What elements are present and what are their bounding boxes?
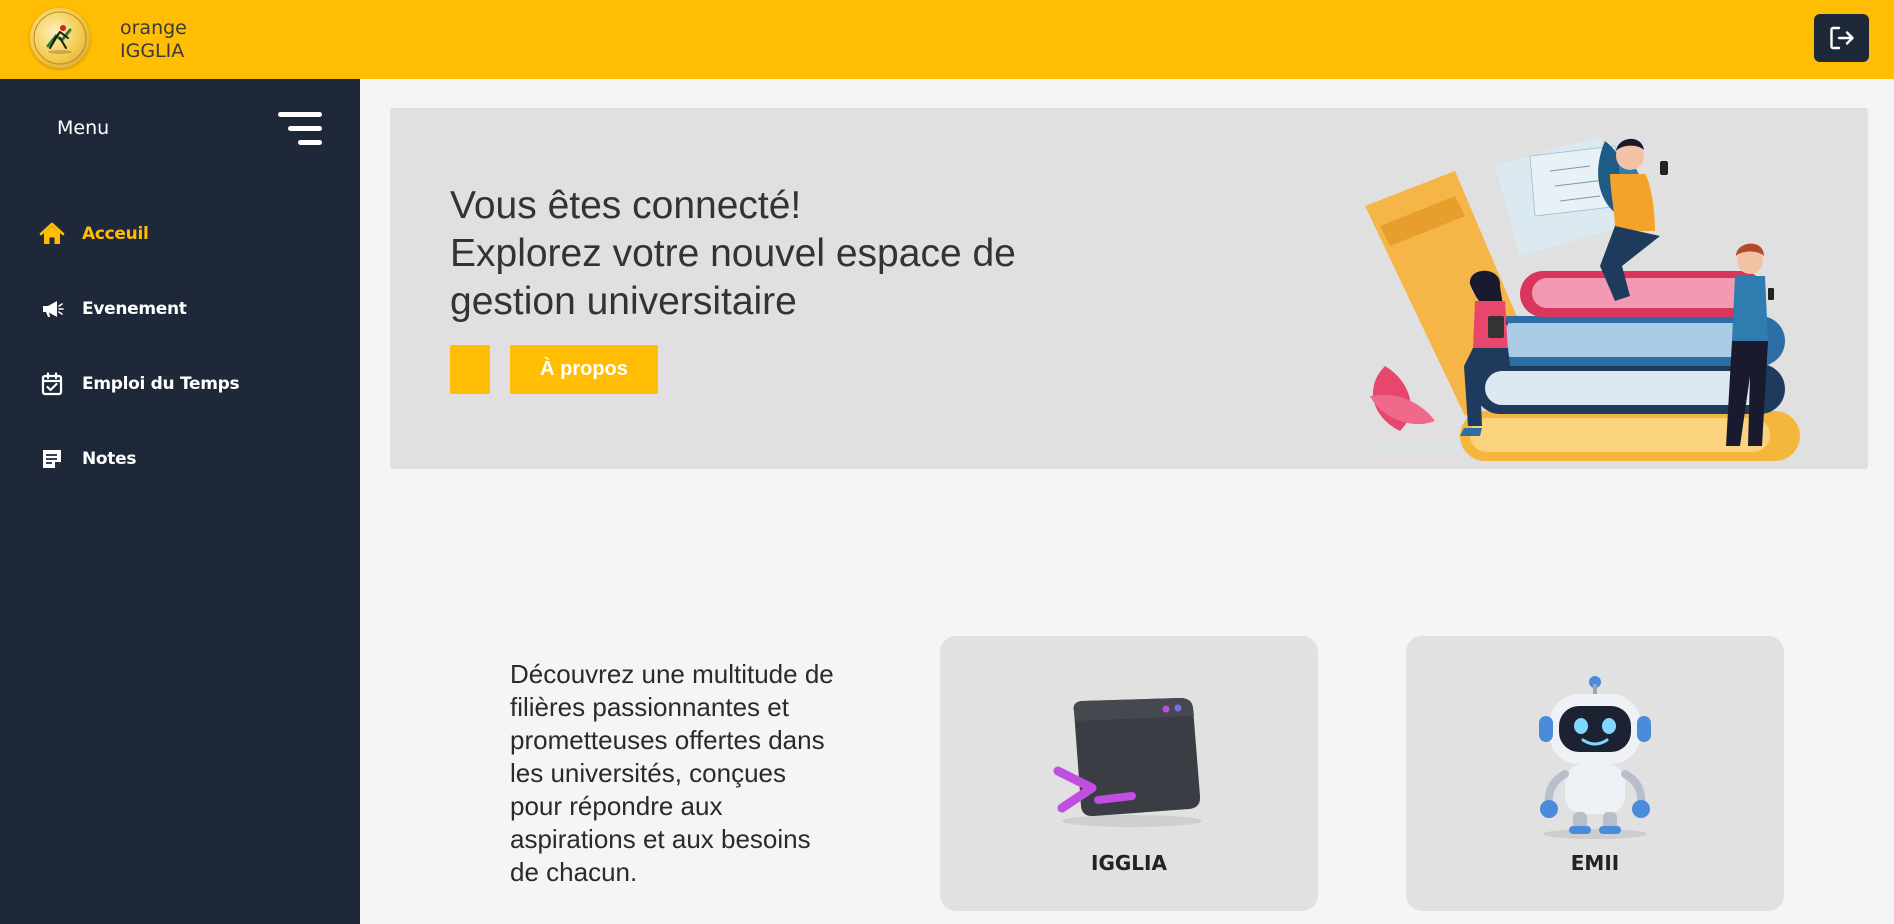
brand-name-line1: orange [120, 17, 187, 39]
sidebar-item-label: Notes [82, 449, 137, 469]
sidebar: Menu Acceuil Evenement Emploi du Temps N… [0, 79, 360, 924]
brand-name-line2: IGGLIA [120, 40, 185, 62]
hero-title: Vous êtes connecté! Explorez votre nouve… [450, 182, 1090, 326]
hamburger-menu-icon[interactable] [276, 109, 322, 149]
hero-square-button[interactable] [450, 345, 490, 394]
home-icon [38, 220, 66, 248]
students-books-illustration [1365, 136, 1800, 461]
sidebar-item-label: Evenement [82, 299, 187, 319]
menu-label: Menu [57, 117, 110, 139]
sidebar-item-emploi-du-temps[interactable]: Emploi du Temps [38, 364, 338, 404]
sidebar-item-acceuil[interactable]: Acceuil [38, 214, 338, 254]
calendar-check-icon [38, 370, 66, 398]
sidebar-item-notes[interactable]: Notes [38, 439, 338, 479]
sidebar-item-label: Acceuil [82, 224, 149, 244]
university-logo [30, 8, 90, 68]
note-icon [38, 445, 66, 473]
logout-icon [1829, 26, 1854, 50]
card-igglia[interactable]: IGGLIA [940, 636, 1318, 911]
hero-title-line: Vous êtes connecté! [450, 184, 802, 227]
terminal-icon [1053, 698, 1202, 827]
hero-title-line: gestion universitaire [450, 280, 797, 323]
logout-button[interactable] [1814, 14, 1869, 62]
top-bar: orange IGGLIA [0, 0, 1894, 79]
hero-banner: Vous êtes connecté! Explorez votre nouve… [390, 108, 1868, 469]
a-propos-button[interactable]: À propos [510, 345, 658, 394]
card-label: IGGLIA [1091, 851, 1167, 875]
card-label: EMII [1570, 851, 1620, 875]
card-emii[interactable]: EMII [1406, 636, 1784, 911]
robot-icon [1539, 676, 1651, 839]
sidebar-item-evenement[interactable]: Evenement [38, 289, 338, 329]
megaphone-icon [38, 295, 66, 323]
discover-text: Découvrez une multitude de filières pass… [510, 659, 834, 887]
sidebar-item-label: Emploi du Temps [82, 374, 240, 394]
hero-title-line: Explorez votre nouvel espace de [450, 232, 1016, 275]
